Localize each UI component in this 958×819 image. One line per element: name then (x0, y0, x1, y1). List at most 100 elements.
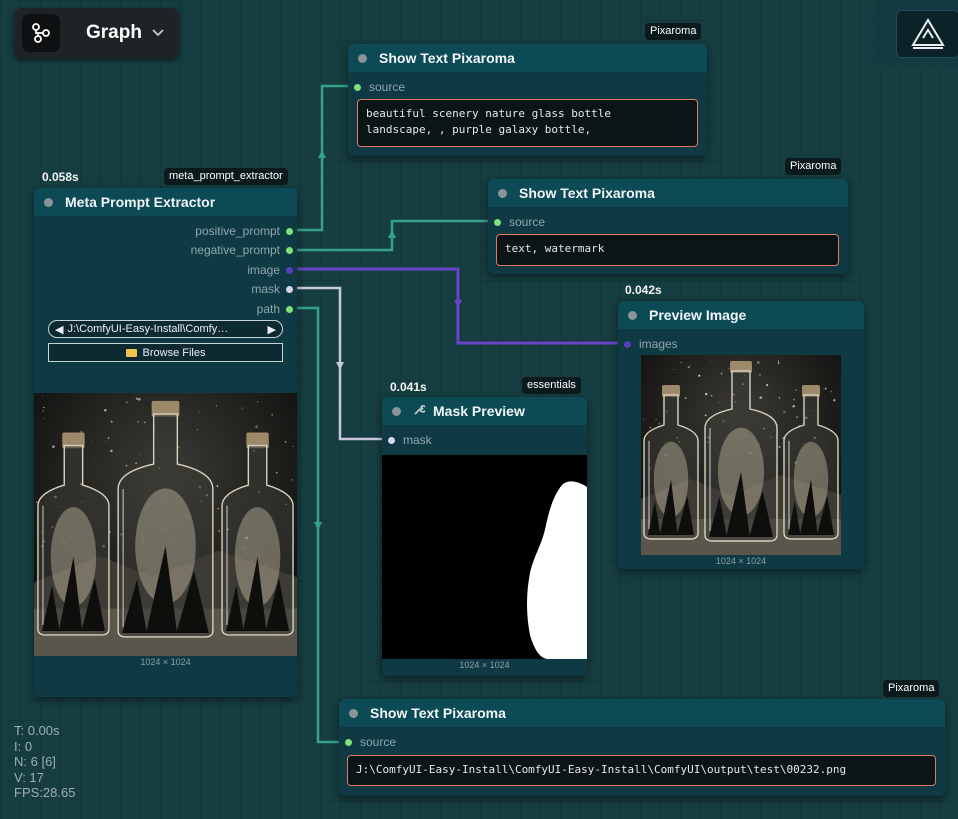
browse-files-button[interactable]: Browse Files (48, 343, 283, 362)
stat-fps: FPS:28.65 (14, 785, 76, 800)
node-title-text: Meta Prompt Extractor (65, 194, 216, 210)
node-badge: meta_prompt_extractor (164, 168, 288, 185)
wire-negative-prompt (288, 219, 497, 252)
input-source[interactable]: source (354, 80, 405, 94)
slot-label: image (247, 263, 280, 277)
workflow-icon (22, 14, 60, 52)
node-badge: Pixaroma (883, 680, 940, 697)
text-display[interactable]: text, watermark (496, 234, 839, 266)
execution-time: 0.042s (625, 283, 662, 297)
output-dot[interactable] (286, 266, 293, 274)
top-right-panel (874, 2, 958, 66)
node-title[interactable]: Preview Image (618, 301, 864, 329)
node-badge: Pixaroma (785, 158, 842, 175)
node-title[interactable]: Meta Prompt Extractor (34, 188, 297, 216)
collapse-dot-icon[interactable] (358, 53, 367, 63)
output-image[interactable]: image (247, 263, 293, 277)
node-badge: essentials (522, 377, 581, 394)
pixaroma-logo-button[interactable] (896, 10, 958, 58)
input-source[interactable]: source (494, 215, 545, 229)
preview-image (641, 355, 841, 555)
show-text-node-2[interactable]: Show Text Pixaroma source text, watermar… (488, 179, 848, 274)
execution-time: 0.058s (42, 170, 79, 184)
wire-arrow (318, 150, 326, 158)
wire-mask (288, 286, 391, 441)
output-path[interactable]: path (257, 302, 293, 316)
collapse-dot-icon[interactable] (498, 188, 507, 198)
path-selector[interactable]: ◀ J:\ComfyUI-Easy-Install\Comfy… ▶ (48, 320, 283, 338)
node-title-text: Show Text Pixaroma (519, 185, 655, 201)
graph-menu[interactable]: Graph (14, 8, 179, 58)
output-negative-prompt[interactable]: negative_prompt (191, 243, 293, 257)
text-display[interactable]: J:\ComfyUI-Easy-Install\ComfyUI-Easy-Ins… (347, 755, 936, 786)
canvas-stats: T: 0.00s I: 0 N: 6 [6] V: 17 FPS:28.65 (14, 723, 75, 801)
input-dot[interactable] (388, 436, 395, 444)
show-text-node-3[interactable]: Show Text Pixaroma source J:\ComfyUI-Eas… (339, 699, 945, 796)
preview-image-node[interactable]: Preview Image images 1024 × 1024 (618, 301, 864, 569)
node-badge: Pixaroma (645, 23, 702, 40)
input-dot[interactable] (345, 738, 352, 746)
image-dimensions: 1024 × 1024 (140, 657, 191, 667)
stat-v: V: 17 (14, 769, 44, 785)
input-dot[interactable] (354, 83, 361, 91)
input-dot[interactable] (624, 340, 631, 348)
node-title-text: Preview Image (649, 307, 747, 323)
wire-arrow (388, 230, 396, 238)
mask-image (382, 455, 587, 659)
text-display[interactable]: beautiful scenery nature glass bottle la… (357, 99, 698, 147)
node-title-text: Show Text Pixaroma (379, 50, 515, 66)
slot-label: negative_prompt (190, 243, 280, 257)
output-dot[interactable] (286, 305, 293, 313)
output-dot[interactable] (286, 285, 293, 293)
node-title-text: Mask Preview (433, 403, 525, 419)
node-title[interactable]: Mask Preview (382, 397, 587, 425)
input-source[interactable]: source (345, 735, 396, 749)
stat-i: I: 0 (14, 738, 33, 754)
output-dot[interactable] (286, 246, 293, 254)
wire-positive-prompt (288, 84, 357, 232)
show-text-node-1[interactable]: Show Text Pixaroma source beautiful scen… (348, 44, 707, 156)
image-dimensions: 1024 × 1024 (459, 660, 510, 670)
output-mask[interactable]: mask (251, 282, 293, 296)
input-dot[interactable] (494, 218, 501, 226)
graph-label: Graph (86, 22, 142, 43)
image-dimensions: 1024 × 1024 (715, 556, 767, 566)
execution-time: 0.041s (390, 380, 427, 394)
slot-label: positive_prompt (195, 224, 280, 238)
wire-arrow (314, 522, 322, 530)
slot-label: mask (251, 282, 280, 296)
collapse-dot-icon[interactable] (349, 708, 358, 718)
node-title[interactable]: Show Text Pixaroma (348, 44, 707, 72)
stat-time: T: 0.00s (14, 723, 60, 738)
node-title-text: Show Text Pixaroma (370, 705, 506, 721)
path-value: J:\ComfyUI-Easy-Install\Comfy… (67, 323, 229, 335)
folder-icon (125, 348, 137, 357)
slot-label: mask (403, 433, 432, 447)
input-mask[interactable]: mask (388, 433, 432, 447)
stat-nodes: N: 6 [6] (14, 754, 56, 769)
meta-prompt-extractor-node[interactable]: Meta Prompt Extractor positive_prompt ne… (34, 188, 297, 697)
wire-arrow (336, 362, 344, 370)
arrow-left-icon[interactable]: ◀ (55, 323, 63, 336)
browse-files-label: Browse Files (142, 346, 206, 359)
slot-label: source (360, 735, 397, 749)
mask-preview-node[interactable]: Mask Preview mask 1024 × 1024 (382, 397, 587, 676)
slot-label: path (256, 302, 280, 316)
pixaroma-logo-icon (911, 18, 945, 49)
arrow-right-icon[interactable]: ▶ (268, 323, 276, 336)
collapse-dot-icon[interactable] (628, 310, 637, 320)
node-title[interactable]: Show Text Pixaroma (488, 179, 848, 207)
slot-label: images (639, 337, 678, 351)
output-positive-prompt[interactable]: positive_prompt (195, 224, 293, 238)
collapse-dot-icon[interactable] (392, 406, 401, 416)
output-dot[interactable] (286, 227, 293, 235)
slot-label: source (369, 80, 406, 94)
preview-image (34, 393, 297, 656)
node-title[interactable]: Show Text Pixaroma (339, 699, 945, 727)
wire-image (288, 267, 627, 345)
input-images[interactable]: images (624, 337, 678, 351)
wire-arrow (454, 300, 462, 308)
chevron-down-icon (152, 24, 164, 42)
slot-label: source (509, 215, 546, 229)
collapse-dot-icon[interactable] (44, 197, 53, 207)
